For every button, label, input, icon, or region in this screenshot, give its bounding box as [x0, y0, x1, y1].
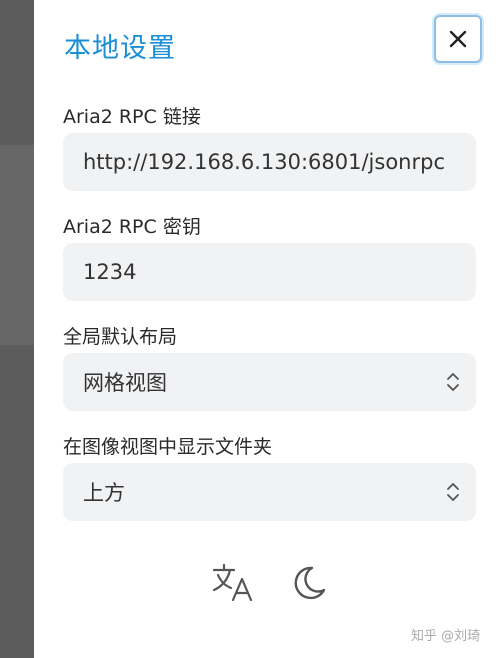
default-layout-label: 全局默认布局	[63, 326, 178, 348]
default-layout-select[interactable]: 网格视图	[63, 353, 476, 411]
theme-toggle-button[interactable]	[286, 560, 332, 606]
chevron-updown-icon	[447, 373, 459, 391]
language-button[interactable]	[210, 560, 256, 606]
rpc-secret-value: 1234	[83, 260, 137, 284]
footer-actions	[210, 560, 332, 606]
local-settings-panel: 本地设置 Aria2 RPC 链接 http://192.168.6.130:6…	[34, 0, 500, 658]
folder-position-label: 在图像视图中显示文件夹	[63, 436, 273, 458]
chevron-updown-icon	[447, 483, 459, 501]
panel-title: 本地设置	[64, 33, 176, 64]
rpc-secret-label: Aria2 RPC 密钥	[63, 216, 201, 238]
folder-position-value: 上方	[83, 481, 125, 505]
rpc-secret-input[interactable]: 1234	[63, 243, 476, 301]
rpc-url-value: http://192.168.6.130:6801/jsonrpc	[83, 150, 446, 174]
watermark: 知乎 @刘琦	[411, 629, 481, 644]
default-layout-value: 网格视图	[83, 371, 167, 395]
close-button[interactable]	[434, 15, 482, 63]
translate-icon	[212, 563, 253, 602]
moon-icon	[294, 566, 326, 600]
rpc-url-input[interactable]: http://192.168.6.130:6801/jsonrpc	[63, 133, 476, 191]
rpc-url-label: Aria2 RPC 链接	[63, 106, 201, 128]
backdrop-shade	[0, 145, 34, 345]
folder-position-select[interactable]: 上方	[63, 463, 476, 521]
close-icon	[449, 30, 467, 48]
